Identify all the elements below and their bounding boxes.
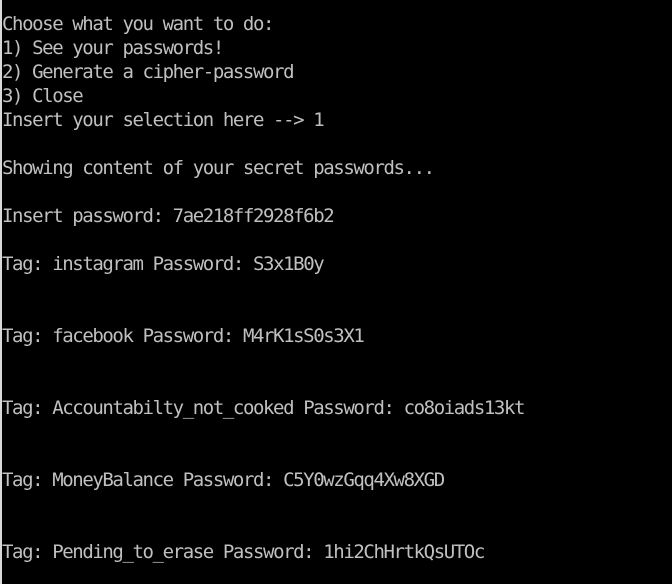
entry-password: S3x1B0y (253, 253, 325, 275)
password-entry: Tag: MoneyBalance Password: C5Y0wzGqq4Xw… (2, 468, 445, 492)
entry-tag: facebook (52, 325, 134, 347)
console-window[interactable]: Choose what you want to do: 1) See your … (0, 0, 672, 584)
menu-prompt: Choose what you want to do: (2, 13, 274, 35)
entry-tag: Accountabilty_not_cooked (52, 397, 294, 419)
password-entry: Tag: Accountabilty_not_cooked Password: … (2, 396, 526, 420)
password-label: Password: (142, 325, 243, 347)
entry-password: co8oiads13kt (403, 397, 526, 419)
tag-label: Tag: (2, 325, 53, 347)
password-entry: Tag: instagram Password: S3x1B0y (2, 252, 325, 276)
password-label: Password: (152, 253, 253, 275)
insert-password-label: Insert password: (2, 205, 173, 227)
insert-password-line: Insert password: 7ae218ff2928f6b2 (2, 204, 335, 228)
menu-option-see-passwords: 1) See your passwords! (2, 37, 224, 59)
entry-tag: Pending_to_erase (52, 541, 214, 563)
tag-label: Tag: (2, 253, 53, 275)
entry-password: 1hi2ChHrtkQsUTOc (323, 541, 485, 563)
entry-password: M4rK1sS0s3X1 (242, 325, 365, 347)
tag-label: Tag: (2, 541, 53, 563)
password-label: Password: (303, 397, 404, 419)
menu-option-close: 3) Close (2, 85, 84, 107)
entry-tag: instagram (52, 253, 144, 275)
showing-message: Showing content of your secret passwords… (2, 157, 435, 179)
selection-line: Insert your selection here --> 1 (2, 108, 325, 132)
selection-value: 1 (313, 109, 324, 131)
insert-password-value: 7ae218ff2928f6b2 (172, 205, 335, 227)
menu-option-generate-cipher: 2) Generate a cipher-password (2, 61, 295, 83)
tag-label: Tag: (2, 397, 53, 419)
tag-label: Tag: (2, 469, 53, 491)
password-label: Password: (222, 541, 324, 563)
entry-password: C5Y0wzGqq4Xw8XGD (283, 469, 445, 491)
entry-tag: MoneyBalance (52, 469, 174, 491)
password-entry: Tag: Pending_to_erase Password: 1hi2ChHr… (2, 540, 485, 564)
password-entry: Tag: facebook Password: M4rK1sS0s3X1 (2, 324, 365, 348)
password-label: Password: (182, 469, 284, 491)
selection-prompt: Insert your selection here --> (2, 109, 314, 131)
